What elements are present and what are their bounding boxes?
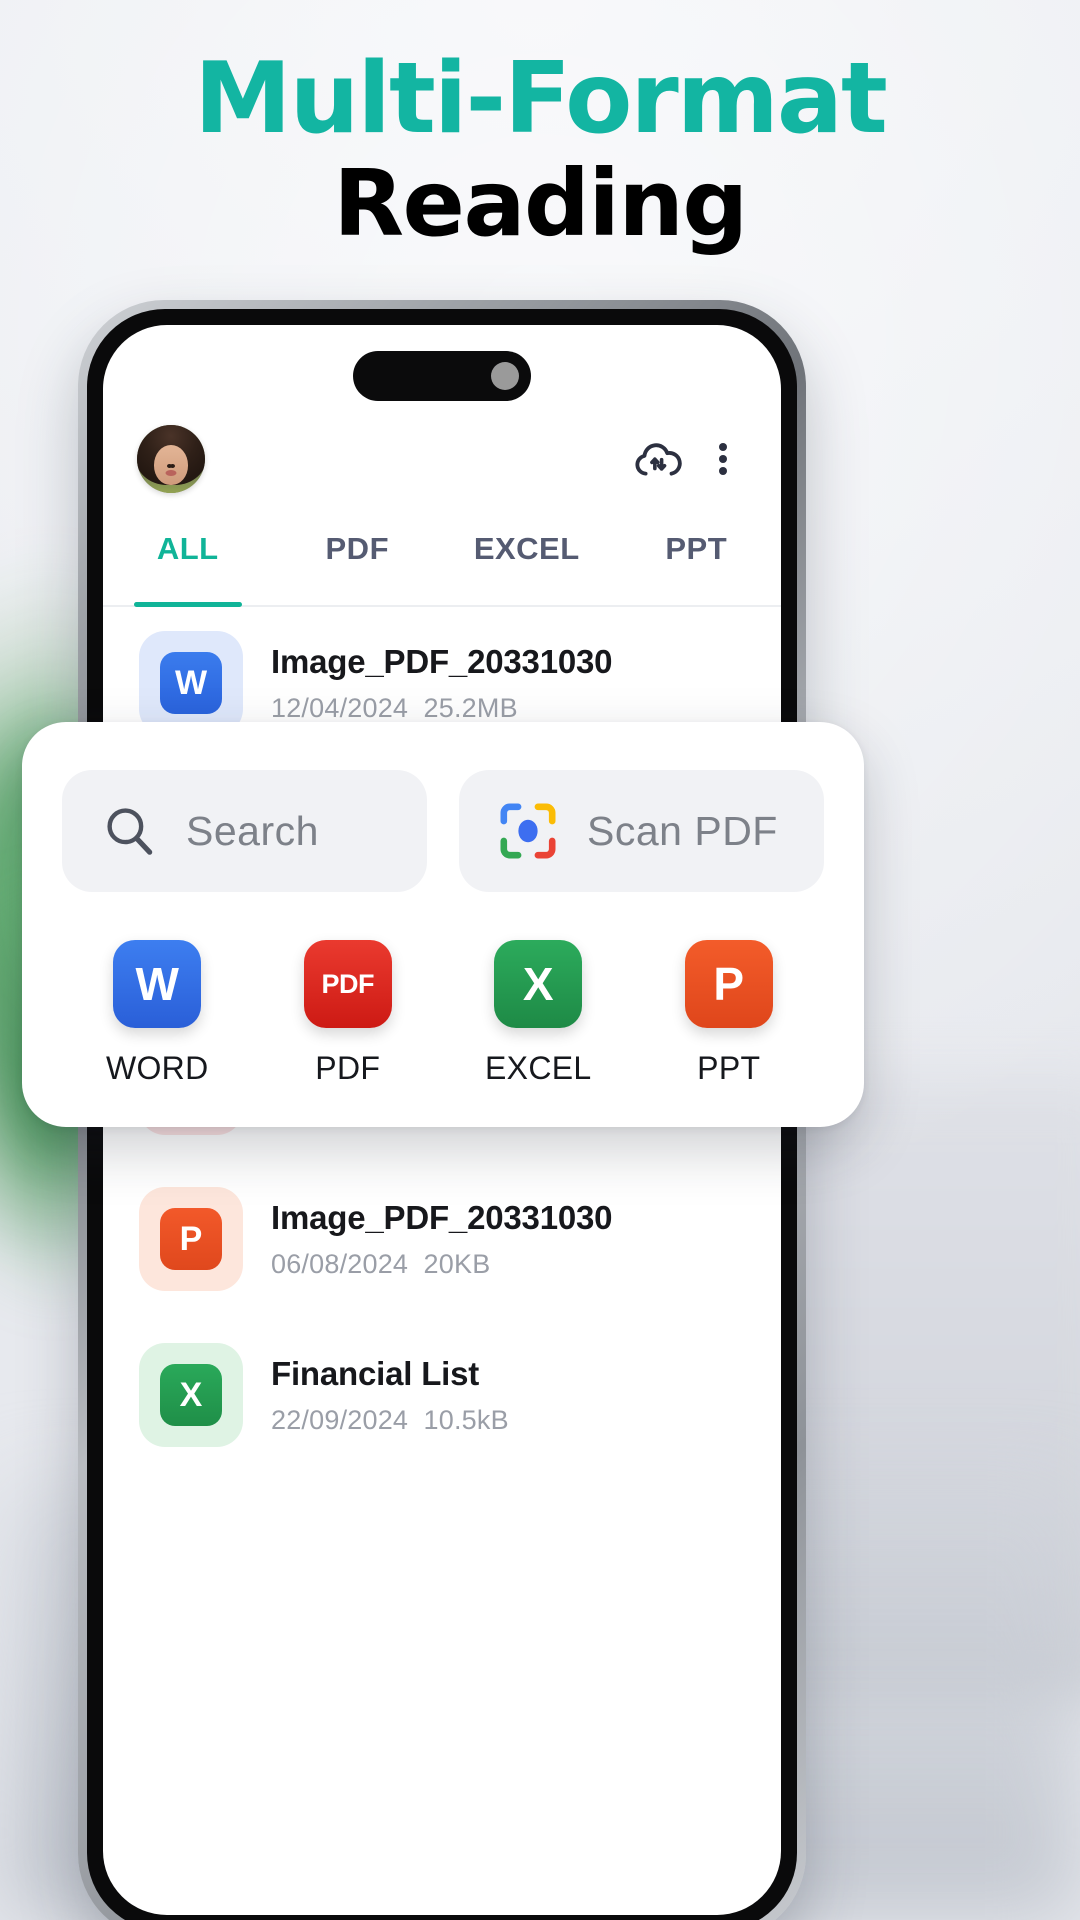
overflow-menu-button[interactable] xyxy=(699,430,747,488)
file-name: Image_PDF_20331030 xyxy=(271,642,613,680)
file-meta: Image_PDF_20331030 12/04/2024 25.2MB xyxy=(243,643,699,724)
file-date: 06/08/2024 xyxy=(271,1248,409,1279)
more-vertical-icon xyxy=(719,439,727,479)
search-icon xyxy=(107,808,153,855)
word-icon: W xyxy=(160,652,222,714)
headline-line-1: Multi-Format xyxy=(194,42,888,156)
avatar[interactable] xyxy=(137,425,205,493)
file-subtitle: 22/09/2024 10.5kB xyxy=(271,1405,699,1436)
search-placeholder: Search xyxy=(186,807,319,854)
file-date: 22/09/2024 xyxy=(271,1404,409,1435)
file-subtitle: 12/04/2024 25.2MB xyxy=(271,693,699,724)
scan-document-icon xyxy=(495,798,561,864)
app-header xyxy=(103,411,781,507)
format-label-ppt: PPT xyxy=(697,1050,761,1086)
format-shortcut-excel[interactable]: X EXCEL xyxy=(443,940,634,1087)
file-size: 10.5kB xyxy=(423,1404,509,1435)
format-label-excel: EXCEL xyxy=(485,1050,592,1086)
quick-actions-card: Search Scan PDF W WORD PDF PDF X EXCEL P… xyxy=(22,722,864,1127)
format-shortcuts: W WORD PDF PDF X EXCEL P PPT xyxy=(62,940,824,1087)
avatar-lips xyxy=(165,470,177,477)
ppt-icon: P xyxy=(684,940,773,1028)
scan-pdf-button[interactable]: Scan PDF xyxy=(459,770,824,892)
file-meta: Financial List 22/09/2024 10.5kB xyxy=(243,1355,699,1436)
file-type-thumb: P xyxy=(139,1187,243,1291)
ppt-icon: P xyxy=(160,1208,222,1270)
file-size: 25.2MB xyxy=(423,692,518,723)
format-shortcut-pdf[interactable]: PDF PDF xyxy=(253,940,444,1087)
tab-all[interactable]: ALL xyxy=(103,521,273,607)
excel-icon: X xyxy=(494,940,583,1028)
tab-excel[interactable]: EXCEL xyxy=(442,521,612,605)
cloud-sync-button[interactable] xyxy=(629,430,687,488)
file-type-thumb: X xyxy=(139,1343,243,1447)
table-row[interactable]: X Financial List 22/09/2024 10.5kB xyxy=(109,1321,775,1469)
cloud-sync-icon xyxy=(635,443,682,476)
promo-headline: Multi-Format Reading xyxy=(0,42,1080,257)
scan-pdf-label: Scan PDF xyxy=(587,807,778,854)
tab-all-label: ALL xyxy=(156,531,219,566)
file-date: 12/04/2024 xyxy=(271,692,409,723)
file-name: Financial List xyxy=(271,1354,480,1392)
tab-ppt-label: PPT xyxy=(665,531,728,566)
tab-pdf[interactable]: PDF xyxy=(273,521,443,605)
format-label-word: WORD xyxy=(105,1050,209,1086)
format-label-pdf: PDF xyxy=(315,1050,381,1086)
format-shortcut-word[interactable]: W WORD xyxy=(62,940,253,1087)
front-camera-icon xyxy=(491,362,519,390)
search-input[interactable]: Search xyxy=(62,770,427,892)
table-row[interactable]: P Image_PDF_20331030 06/08/2024 20KB xyxy=(109,1165,775,1313)
tab-ppt[interactable]: PPT xyxy=(612,521,782,605)
dynamic-island xyxy=(353,351,531,401)
pdf-icon: PDF xyxy=(303,940,392,1028)
headline-line-2: Reading xyxy=(333,149,748,257)
file-meta: Image_PDF_20331030 06/08/2024 20KB xyxy=(243,1199,699,1280)
avatar-eye-right xyxy=(170,463,176,468)
file-type-thumb: W xyxy=(139,631,243,735)
tab-pdf-label: PDF xyxy=(325,531,389,566)
avatar-face xyxy=(154,445,188,486)
quick-actions-top-row: Search Scan PDF xyxy=(62,770,824,892)
format-shortcut-ppt[interactable]: P PPT xyxy=(634,940,825,1087)
word-icon: W xyxy=(113,940,202,1028)
excel-icon: X xyxy=(160,1364,222,1426)
file-size: 20KB xyxy=(423,1248,491,1279)
file-name: Image_PDF_20331030 xyxy=(271,1198,613,1236)
file-subtitle: 06/08/2024 20KB xyxy=(271,1249,699,1280)
file-type-tabs: ALL PDF EXCEL PPT xyxy=(103,521,781,607)
tab-excel-label: EXCEL xyxy=(473,531,580,566)
